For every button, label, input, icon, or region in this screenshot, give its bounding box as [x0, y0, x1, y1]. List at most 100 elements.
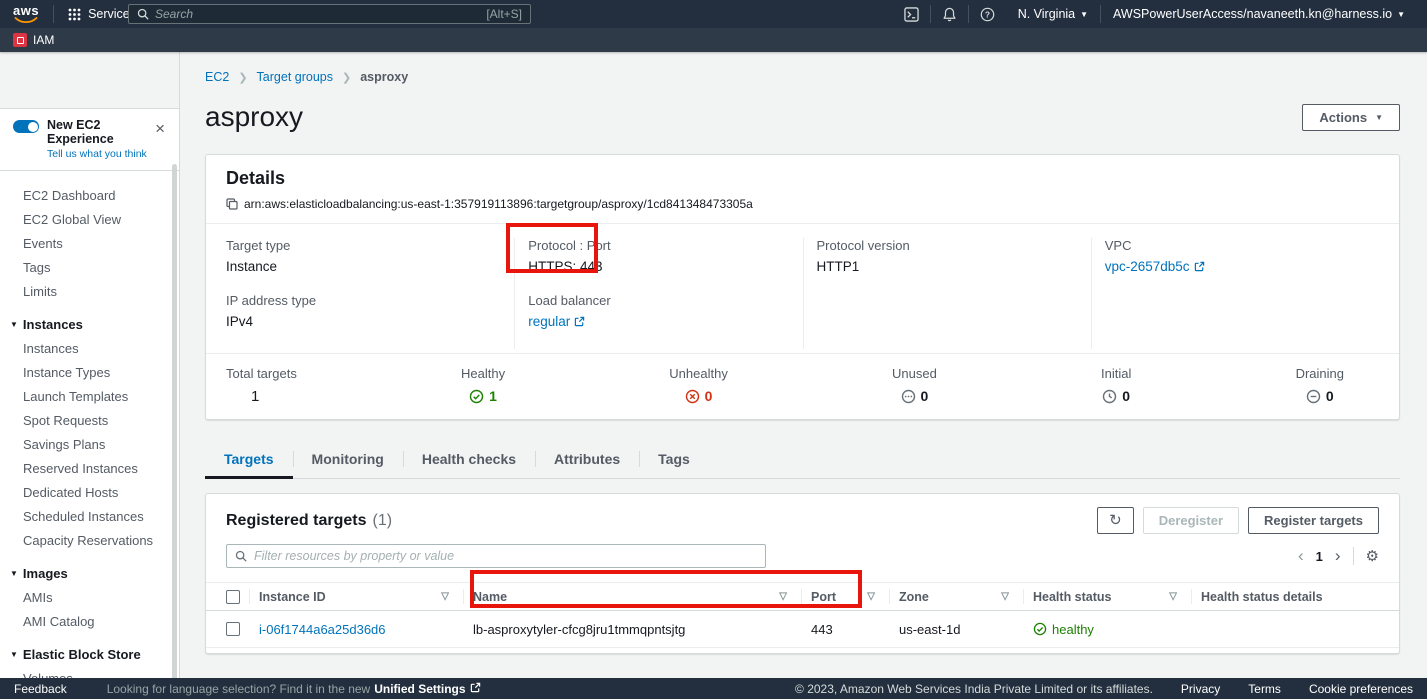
filter-field[interactable] — [226, 544, 766, 568]
notifications-button[interactable] — [931, 0, 968, 28]
bell-icon — [942, 7, 957, 22]
vpc-link[interactable]: vpc-2657db5c — [1105, 259, 1190, 274]
sidebar-scrollbar[interactable] — [172, 164, 177, 678]
deregister-button[interactable]: Deregister — [1143, 507, 1239, 534]
region-selector[interactable]: N. Virginia ▼ — [1006, 7, 1100, 21]
section-caret-icon: ▼ — [10, 320, 18, 329]
sidebar-item-spot-requests[interactable]: Spot Requests — [0, 408, 179, 432]
sidebar-section-elastic-block-store[interactable]: ▼Elastic Block Store — [0, 642, 179, 666]
target-health-summary: Total targets 1 Healthy 1 Unhealthy 0 Un… — [206, 353, 1399, 419]
sidebar-item-ami-catalog[interactable]: AMI Catalog — [0, 609, 179, 633]
help-button[interactable]: ? — [969, 0, 1006, 28]
next-page-icon[interactable]: › — [1335, 549, 1341, 563]
load-balancer-link[interactable]: regular — [528, 314, 570, 329]
cookie-preferences-link[interactable]: Cookie preferences — [1309, 682, 1413, 696]
unused-label: Unused — [892, 366, 937, 381]
sidebar-section-images[interactable]: ▼Images — [0, 561, 179, 585]
registered-targets-title: Registered targets — [226, 512, 367, 530]
column-filter-icon[interactable]: ▽ — [441, 591, 453, 602]
row-checkbox[interactable] — [226, 622, 240, 636]
column-port[interactable]: Port — [811, 590, 836, 604]
page-number[interactable]: 1 — [1316, 549, 1323, 564]
column-filter-icon[interactable]: ▽ — [779, 591, 791, 602]
target-type-label: Target type — [226, 238, 514, 253]
column-name[interactable]: Name — [473, 590, 507, 604]
column-filter-icon[interactable]: ▽ — [1001, 591, 1013, 602]
copy-icon[interactable] — [226, 198, 238, 210]
sidebar-item-instances[interactable]: Instances — [0, 336, 179, 360]
column-health-status-details[interactable]: Health status details — [1201, 590, 1323, 604]
table-header-row: Instance ID ▽ Name ▽ Port ▽ Zone ▽ Health st… — [206, 582, 1399, 611]
column-filter-icon[interactable]: ▽ — [1169, 591, 1181, 602]
sidebar-item-tags[interactable]: Tags — [0, 255, 179, 279]
table-row: i-06f1744a6a25d36d6 lb-asproxytyler-cfcg… — [206, 611, 1399, 648]
draining-minus-icon — [1306, 389, 1321, 404]
search-icon — [137, 8, 149, 20]
sidebar-item-instance-types[interactable]: Instance Types — [0, 360, 179, 384]
experience-feedback-link[interactable]: Tell us what you think — [47, 148, 167, 160]
initial-label: Initial — [1101, 366, 1131, 381]
sidebar-item-capacity-reservations[interactable]: Capacity Reservations — [0, 528, 179, 552]
experience-title: New EC2 Experience — [47, 118, 167, 146]
column-health-status[interactable]: Health status — [1033, 590, 1112, 604]
select-all-checkbox[interactable] — [226, 590, 240, 604]
tab-monitoring[interactable]: Monitoring — [293, 442, 403, 478]
main-content: EC2 ❯ Target groups ❯ asproxy asproxy Ac… — [180, 52, 1427, 678]
iam-label: IAM — [33, 33, 54, 47]
tab-attributes[interactable]: Attributes — [535, 442, 639, 478]
breadcrumb-target-groups[interactable]: Target groups — [257, 70, 333, 84]
sidebar-item-events[interactable]: Events — [0, 231, 179, 255]
instance-id-link[interactable]: i-06f1744a6a25d36d6 — [259, 622, 386, 637]
close-icon[interactable]: × — [155, 123, 165, 135]
sidebar-item-amis[interactable]: AMIs — [0, 585, 179, 609]
unified-settings-link[interactable]: Unified Settings — [374, 682, 465, 696]
sidebar-item-reserved-instances[interactable]: Reserved Instances — [0, 456, 179, 480]
sidebar-section-instances[interactable]: ▼Instances — [0, 312, 179, 336]
favorite-iam[interactable]: IAM — [13, 33, 54, 47]
chevron-down-icon: ▼ — [1080, 10, 1088, 19]
terms-link[interactable]: Terms — [1248, 682, 1281, 696]
search-input[interactable] — [155, 7, 480, 21]
region-label: N. Virginia — [1018, 7, 1075, 21]
page-title: asproxy — [205, 101, 303, 133]
refresh-icon: ↻ — [1109, 512, 1122, 529]
sidebar-item-limits[interactable]: Limits — [0, 279, 179, 303]
filter-input[interactable] — [254, 549, 757, 563]
breadcrumb-separator-icon: ❯ — [238, 71, 247, 84]
column-filter-icon[interactable]: ▽ — [867, 591, 879, 602]
tab-health-checks[interactable]: Health checks — [403, 442, 535, 478]
external-link-icon — [470, 682, 481, 696]
sidebar-item-ec2-dashboard[interactable]: EC2 Dashboard — [0, 183, 179, 207]
experience-toggle[interactable] — [13, 120, 39, 133]
toggle-knob — [28, 122, 38, 132]
aws-logo[interactable]: aws — [13, 5, 39, 24]
ip-address-type-value: IPv4 — [226, 314, 514, 329]
register-targets-button[interactable]: Register targets — [1248, 507, 1379, 534]
unhealthy-x-icon — [685, 389, 700, 404]
actions-button[interactable]: Actions ▼ — [1302, 104, 1400, 131]
sidebar-item-ec2-global-view[interactable]: EC2 Global View — [0, 207, 179, 231]
load-balancer-label: Load balancer — [528, 293, 802, 308]
sidebar-item-scheduled-instances[interactable]: Scheduled Instances — [0, 504, 179, 528]
sidebar-item-launch-templates[interactable]: Launch Templates — [0, 384, 179, 408]
sidebar-item-savings-plans[interactable]: Savings Plans — [0, 432, 179, 456]
global-search[interactable]: [Alt+S] — [128, 4, 531, 24]
sidebar-item-dedicated-hosts[interactable]: Dedicated Hosts — [0, 480, 179, 504]
feedback-link[interactable]: Feedback — [14, 682, 67, 696]
breadcrumb-ec2[interactable]: EC2 — [205, 70, 229, 84]
tab-tags[interactable]: Tags — [639, 442, 709, 478]
table-settings-gear-icon[interactable]: ⚙ — [1366, 547, 1379, 565]
column-zone[interactable]: Zone — [899, 590, 929, 604]
account-menu[interactable]: AWSPowerUserAccess/navaneeth.kn@harness.… — [1101, 7, 1417, 21]
vpc-label: VPC — [1105, 238, 1379, 253]
tab-targets[interactable]: Targets — [205, 442, 293, 479]
sidebar-item-volumes[interactable]: Volumes — [0, 666, 179, 678]
cloudshell-button[interactable] — [893, 0, 930, 28]
initial-clock-icon — [1102, 389, 1117, 404]
privacy-link[interactable]: Privacy — [1181, 682, 1220, 696]
targets-table: Instance ID ▽ Name ▽ Port ▽ Zone ▽ Health st… — [206, 582, 1399, 653]
target-group-arn: arn:aws:elasticloadbalancing:us-east-1:3… — [244, 197, 753, 211]
refresh-button[interactable]: ↻ — [1097, 507, 1134, 534]
previous-page-icon[interactable]: ‹ — [1298, 549, 1304, 563]
column-instance-id[interactable]: Instance ID — [259, 590, 326, 604]
